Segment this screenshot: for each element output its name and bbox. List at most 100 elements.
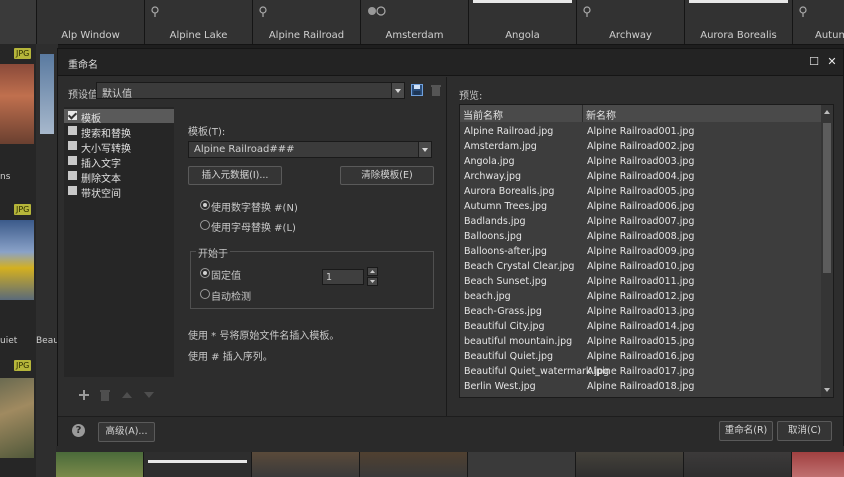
preview-row[interactable]: Beach-Grass.jpg Alpine Railroad013.jpg — [460, 305, 820, 320]
rename-button[interactable]: 重命名(R) — [719, 421, 773, 441]
preview-row[interactable]: beautiful mountain.jpg Alpine Railroad015… — [460, 335, 820, 350]
thumbnail-tile[interactable]: Alpine Railroad — [253, 0, 361, 44]
preview-row[interactable]: Alpine Railroad.jpg Alpine Railroad001.jp… — [460, 125, 820, 140]
current-name-cell: Balloons-after.jpg — [464, 246, 547, 257]
radio-auto-detect[interactable] — [200, 289, 210, 299]
thumbnail-tile[interactable] — [576, 452, 684, 477]
new-name-cell: Alpine Railroad002.jpg — [587, 141, 695, 152]
thumbnail-image[interactable] — [40, 54, 54, 134]
list-item-insert-text[interactable]: 插入文字 — [64, 154, 174, 170]
preset-select[interactable]: 默认值 — [96, 82, 405, 100]
move-down-icon[interactable] — [143, 389, 155, 401]
column-header-new[interactable]: 新名称 — [583, 105, 822, 122]
thumbnail-image[interactable] — [0, 378, 34, 458]
thumbnail-tile[interactable]: Aurora Borealis — [685, 0, 793, 44]
checkbox[interactable] — [68, 111, 77, 120]
column-header-current[interactable]: 当前名称 — [460, 105, 583, 122]
template-select[interactable]: Alpine Railroad### — [188, 141, 432, 158]
increment-button[interactable] — [367, 267, 378, 276]
checkbox[interactable] — [68, 171, 77, 180]
advanced-button[interactable]: 高级(A)... — [98, 422, 155, 442]
thumbnail-tile[interactable]: Angola — [469, 0, 577, 44]
checkbox[interactable] — [68, 186, 77, 195]
thumbnail-tile[interactable] — [252, 452, 360, 477]
current-name-cell: Beautiful City.jpg — [464, 321, 545, 332]
preview-row[interactable]: Balloons-after.jpg Alpine Railroad009.jpg — [460, 245, 820, 260]
list-item-case-convert[interactable]: 大小写转换 — [64, 139, 174, 155]
preview-row[interactable]: Amsterdam.jpg Alpine Railroad002.jpg — [460, 140, 820, 155]
thumbnail-tile[interactable]: Alp Window — [37, 0, 145, 44]
new-name-cell: Alpine Railroad001.jpg — [587, 126, 695, 137]
preview-row[interactable]: Archway.jpg Alpine Railroad004.jpg — [460, 170, 820, 185]
thumbnail-tile[interactable] — [468, 452, 576, 477]
checkbox[interactable] — [68, 156, 77, 165]
start-value-input[interactable]: 1 — [322, 269, 364, 285]
hint-text-asterisk: 使用 * 号将原始文件名插入模板。 — [188, 331, 340, 342]
thumbnail-tile[interactable] — [144, 452, 252, 477]
list-item-delete-text[interactable]: 删除文本 — [64, 169, 174, 185]
radio-letter-replace[interactable] — [200, 220, 210, 230]
clear-template-button[interactable]: 清除模板(E) — [340, 166, 434, 185]
thumbnail-tile[interactable]: Alpine Lake — [145, 0, 253, 44]
start-at-label: 开始于 — [196, 245, 230, 260]
thumbnail-tile[interactable] — [684, 452, 792, 477]
thumbnail-tile[interactable]: Amsterdam — [361, 0, 469, 44]
vertical-scrollbar[interactable] — [821, 105, 833, 397]
preview-row[interactable]: Beach Crystal Clear.jpg Alpine Railroad01… — [460, 260, 820, 275]
preview-row[interactable]: Beautiful Quiet_watermark.jpg Alpine Rail… — [460, 365, 820, 380]
thumbnail-tile[interactable] — [56, 452, 144, 477]
template-value: Alpine Railroad### — [194, 144, 295, 155]
preview-row[interactable]: Beach Sunset.jpg Alpine Railroad011.jpg — [460, 275, 820, 290]
list-item-strip-space[interactable]: 带状空间 — [64, 184, 174, 200]
new-name-cell: Alpine Railroad008.jpg — [587, 231, 695, 242]
preview-row[interactable]: Beautiful City.jpg Alpine Railroad014.jpg — [460, 320, 820, 335]
preview-row[interactable]: Badlands.jpg Alpine Railroad007.jpg — [460, 215, 820, 230]
new-name-cell: Alpine Railroad006.jpg — [587, 201, 695, 212]
preset-value: 默认值 — [102, 89, 132, 100]
thumbnail-tile[interactable] — [0, 0, 37, 44]
move-up-icon[interactable] — [121, 389, 133, 401]
current-name-cell: Beach Crystal Clear.jpg — [464, 261, 575, 272]
delete-preset-icon[interactable] — [430, 84, 442, 96]
list-item-label: 大小写转换 — [81, 144, 131, 155]
scrollbar-thumb[interactable] — [823, 123, 831, 273]
decrement-button[interactable] — [367, 277, 378, 286]
panel-divider — [446, 77, 447, 416]
thumbnail-tile[interactable] — [792, 452, 844, 477]
thumbnail-image[interactable] — [0, 64, 34, 144]
dialog-footer: ? 高级(A)... 重命名(R) 取消(C) — [58, 416, 843, 446]
current-name-cell: Aurora Borealis.jpg — [464, 186, 555, 197]
insert-metadata-button[interactable]: 插入元数据(I)... — [188, 166, 282, 185]
list-item-search-replace[interactable]: 搜索和替换 — [64, 124, 174, 140]
start-value-stepper[interactable] — [367, 267, 378, 287]
thumbnail-tile[interactable] — [360, 452, 468, 477]
preview-row[interactable]: Angola.jpg Alpine Railroad003.jpg — [460, 155, 820, 170]
checkbox[interactable] — [68, 141, 77, 150]
thumbnail-tile[interactable]: Autumn — [793, 0, 844, 44]
preview-row[interactable]: Balloons.jpg Alpine Railroad008.jpg — [460, 230, 820, 245]
preview-row[interactable]: Aurora Borealis.jpg Alpine Railroad005.jp… — [460, 185, 820, 200]
radio-number-replace[interactable] — [200, 200, 210, 210]
maximize-icon[interactable]: ☐ — [808, 56, 820, 68]
scroll-up-icon[interactable] — [824, 110, 830, 114]
list-item-template[interactable]: 模板 — [64, 109, 174, 125]
thumbnail-tile[interactable]: Archway — [577, 0, 685, 44]
close-icon[interactable]: ✕ — [826, 56, 838, 68]
scroll-down-icon[interactable] — [824, 388, 830, 392]
list-item-label: 模板 — [81, 114, 101, 125]
preview-row[interactable]: beach.jpg Alpine Railroad012.jpg — [460, 290, 820, 305]
save-preset-icon[interactable] — [411, 84, 423, 96]
checkbox[interactable] — [68, 126, 77, 135]
add-icon[interactable] — [78, 389, 90, 401]
help-icon[interactable]: ? — [72, 424, 85, 437]
location-pin-icon — [151, 6, 159, 17]
preview-row[interactable]: Autumn Trees.jpg Alpine Railroad006.jpg — [460, 200, 820, 215]
cancel-button[interactable]: 取消(C) — [777, 421, 832, 441]
preview-row[interactable]: Beautiful Quiet.jpg Alpine Railroad016.jp… — [460, 350, 820, 365]
radio-fixed-value[interactable] — [200, 268, 210, 278]
preview-row[interactable]: Berlin West.jpg Alpine Railroad018.jpg — [460, 380, 820, 395]
number-replace-label: 使用数字替换 #(N) — [211, 203, 298, 214]
thumbnail-strip-bottom — [56, 446, 844, 477]
trash-icon[interactable] — [99, 389, 111, 401]
thumbnail-image[interactable] — [0, 220, 34, 300]
